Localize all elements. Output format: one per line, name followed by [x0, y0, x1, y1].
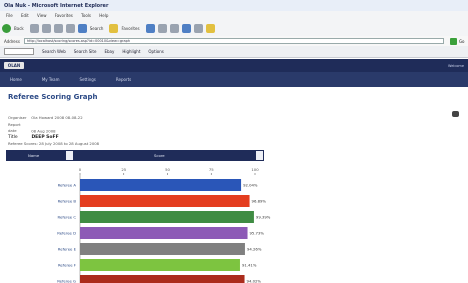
bar-value-label: 94.02% [247, 279, 262, 283]
sort-name-button[interactable] [66, 151, 73, 160]
x-tick-label: 0 [79, 167, 82, 172]
meta-value: Ola Howard 2008 08-08-22 [31, 115, 83, 120]
category-label: Referee E [58, 247, 77, 252]
bar-value-label: 96.89% [252, 199, 267, 204]
menu-tools[interactable]: Tools [81, 13, 91, 18]
category-label: Referee A [58, 183, 77, 188]
browser-window: Ola Nuk - Microsoft Internet Explorer Fi… [0, 0, 468, 283]
edit-icon[interactable] [193, 23, 203, 33]
nav-settings[interactable]: Settings [79, 77, 95, 82]
x-tick-label: 50 [165, 167, 170, 172]
welcome-text: Welcome [447, 63, 464, 68]
media-icon[interactable] [145, 23, 155, 33]
back-icon[interactable] [2, 23, 11, 33]
favorites-icon[interactable] [109, 23, 119, 33]
bar [80, 195, 250, 207]
menu-view[interactable]: View [37, 13, 47, 18]
menu-favorites[interactable]: Favorites [55, 13, 73, 18]
report-meta: Organiser Ola Howard 2008 08-08-22 Repor… [8, 115, 158, 148]
favorites-button[interactable]: Favorites [121, 26, 139, 31]
app-header: OLAN Welcome [0, 59, 468, 72]
mail-icon[interactable] [169, 23, 179, 33]
sort-score-button[interactable] [256, 151, 263, 160]
search-icon[interactable] [77, 23, 87, 33]
nav-reports[interactable]: Reports [116, 77, 131, 82]
bar-value-label: 91.41% [242, 263, 257, 268]
report-footnote: Referee Scores: 28 July 2008 to 28 Augus… [8, 141, 100, 146]
column-header-score: Score [154, 153, 165, 158]
link-options[interactable]: Options [148, 49, 163, 54]
search-button[interactable]: Search [90, 26, 104, 31]
address-label: Address [4, 38, 20, 44]
category-label: Referee C [58, 215, 77, 220]
search-engine-select[interactable] [4, 48, 34, 55]
bar [80, 259, 240, 271]
stop-icon[interactable] [41, 23, 51, 33]
link-ebay[interactable]: Ebay [104, 49, 114, 54]
column-header-name: Name [28, 153, 40, 158]
x-tick-label: 75 [209, 167, 214, 172]
category-label: Referee G [57, 279, 76, 283]
menu-bar: File Edit View Favorites Tools Help [0, 11, 468, 20]
category-label: Referee B [58, 199, 77, 204]
nav-my-team[interactable]: My Team [42, 77, 60, 82]
x-tick-label: 25 [121, 167, 126, 172]
address-bar: Address http://localhost/scoring/scores.… [0, 36, 468, 46]
table-header: Name Score [6, 150, 264, 161]
link-search-web[interactable]: Search Web [42, 49, 66, 54]
nav-home[interactable]: Home [10, 77, 22, 82]
category-label: Referee F [58, 263, 76, 268]
bar-value-label: 92.04% [243, 183, 258, 188]
bar [80, 243, 245, 255]
browser-toolbar: Back Search Favorites [0, 20, 468, 36]
menu-help[interactable]: Help [99, 13, 108, 18]
bar [80, 179, 242, 191]
bar [80, 227, 248, 239]
bar [80, 211, 254, 223]
meta-row: Report date 08 Aug 2008 [8, 122, 158, 135]
scores-bar-chart: 0 25 50 75 100 Referee A 92.04% Referee B 96.89%… [57, 167, 271, 283]
link-highlight[interactable]: Highlight [122, 49, 140, 54]
meta-label: Report date [8, 121, 21, 134]
go-button[interactable]: Go [459, 39, 465, 44]
app-nav: Home My Team Settings Reports [0, 72, 468, 87]
report-title-value: DEEP SoFF [31, 134, 59, 140]
messenger-icon[interactable] [205, 23, 215, 33]
bar [80, 275, 245, 283]
link-search-site[interactable]: Search Site [74, 49, 97, 54]
bar-value-label: 94.26% [247, 247, 262, 252]
app-logo[interactable]: OLAN [4, 62, 24, 69]
menu-file[interactable]: File [6, 13, 13, 18]
page-title: Referee Scoring Graph [8, 93, 98, 101]
go-icon[interactable] [449, 37, 457, 45]
x-tick-label: 100 [251, 167, 259, 172]
bar-value-label: 95.73% [250, 231, 265, 236]
address-input[interactable]: http://localhost/scoring/scores.asp?id=0… [23, 38, 444, 44]
menu-edit[interactable]: Edit [21, 13, 29, 18]
bar-value-label: 99.39% [256, 215, 271, 220]
forward-icon[interactable] [29, 23, 39, 33]
print-icon[interactable] [181, 23, 191, 33]
back-button[interactable]: Back [14, 26, 24, 31]
meta-value: 08 Aug 2008 [31, 128, 56, 133]
window-title: Ola Nuk - Microsoft Internet Explorer [0, 0, 468, 11]
refresh-icon[interactable] [53, 23, 63, 33]
print-page-icon[interactable] [452, 111, 459, 117]
links-toolbar: Search Web Search Site Ebay Highlight Op… [0, 46, 468, 58]
history-icon[interactable] [157, 23, 167, 33]
home-icon[interactable] [65, 23, 75, 33]
category-label: Referee D [57, 231, 76, 236]
